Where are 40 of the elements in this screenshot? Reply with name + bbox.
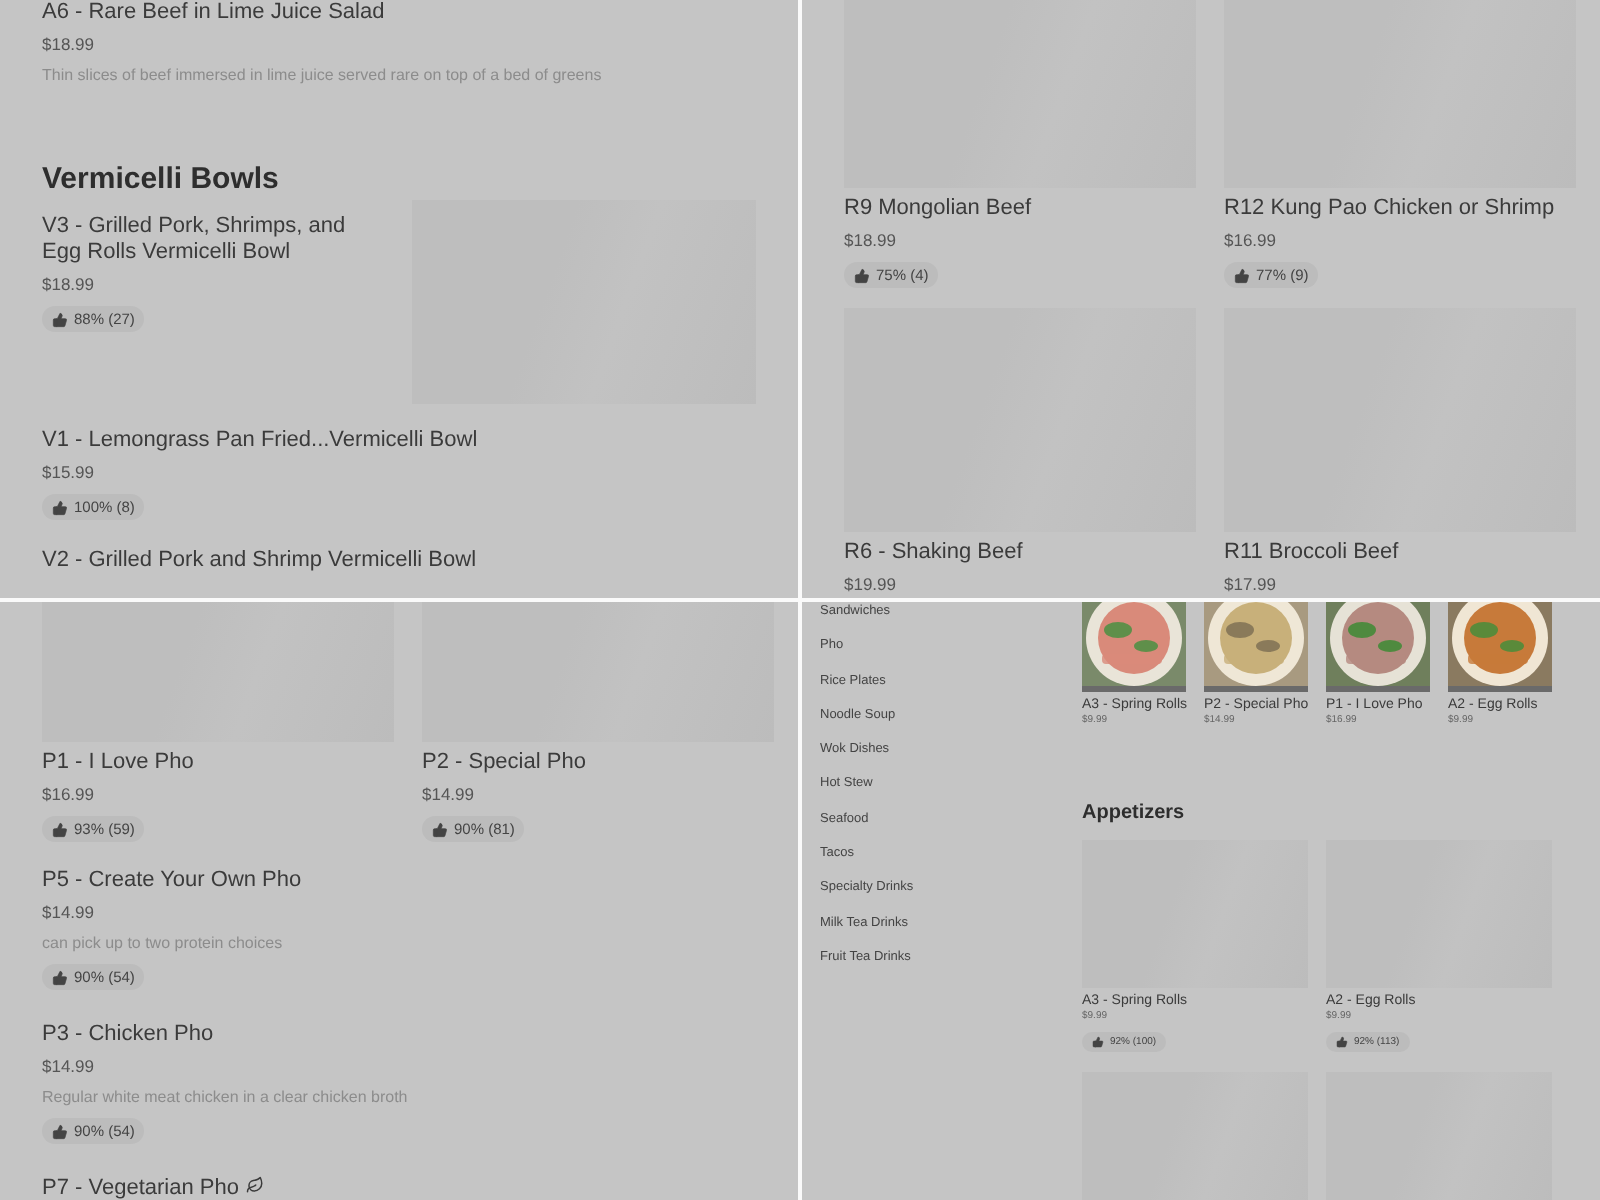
- item-title[interactable]: V2 - Grilled Pork and Shrimp Vermicelli Bowl: [42, 548, 756, 574]
- item-title[interactable]: P2 - Special Pho: [422, 750, 774, 776]
- thumbs-up-icon: [1234, 267, 1250, 283]
- item-price: $19.99: [844, 574, 898, 596]
- item-description: Thin slices of beef immersed in lime juice served rare on top of a bed of greens: [42, 64, 604, 86]
- item-price: $16.99: [1224, 230, 1278, 252]
- item-title[interactable]: A6 - Rare Beef in Lime Juice Salad: [42, 0, 756, 26]
- item-price: $17.99: [1224, 574, 1278, 596]
- item-title[interactable]: P7 - Vegetarian Pho: [42, 1176, 756, 1200]
- item-title[interactable]: R11 Broccoli Beef: [1224, 540, 1576, 566]
- item-price: $18.99: [844, 230, 898, 252]
- item-description: Regular white meat chicken in a clear chicken broth: [42, 1086, 410, 1108]
- item-title[interactable]: P1 - I Love Pho: [42, 750, 394, 776]
- section-heading: Appetizers: [1082, 802, 1187, 824]
- section-heading: Vermicelli Bowls: [42, 162, 281, 196]
- item-price: $18.99: [42, 34, 96, 56]
- item-price: $16.99: [42, 784, 96, 806]
- thumbs-up-icon: [52, 821, 68, 837]
- thumbs-up-icon: [1336, 1036, 1348, 1048]
- thumbs-up-icon: [854, 267, 870, 283]
- item-price: $14.99: [42, 902, 96, 924]
- item-price: $14.99: [42, 1056, 96, 1078]
- thumbs-up-icon: [52, 1123, 68, 1139]
- thumbs-up-icon: [52, 499, 68, 515]
- thumbs-up-icon: [1092, 1036, 1104, 1048]
- item-price: $18.99: [42, 274, 96, 296]
- thumbs-up-icon: [432, 821, 448, 837]
- item-title[interactable]: R9 Mongolian Beef: [844, 196, 1196, 222]
- thumbs-up-icon: [52, 969, 68, 985]
- item-title[interactable]: P3 - Chicken Pho: [42, 1022, 756, 1048]
- item-description: can pick up to two protein choices: [42, 932, 285, 954]
- item-price: $15.99: [42, 462, 96, 484]
- item-title[interactable]: R6 - Shaking Beef: [844, 540, 1196, 566]
- item-title[interactable]: R12 Kung Pao Chicken or Shrimp: [1224, 196, 1576, 222]
- item-title[interactable]: V3 - Grilled Pork, Shrimps, and Egg Rolls Vermicelli Bowl: [42, 214, 384, 266]
- item-price: $14.99: [422, 784, 476, 806]
- leaf-icon: [246, 1176, 265, 1194]
- item-title[interactable]: V1 - Lemongrass Pan Fried...Vermicelli Bowl: [42, 428, 756, 454]
- thumbs-up-icon: [52, 311, 68, 327]
- item-title[interactable]: P5 - Create Your Own Pho: [42, 868, 756, 894]
